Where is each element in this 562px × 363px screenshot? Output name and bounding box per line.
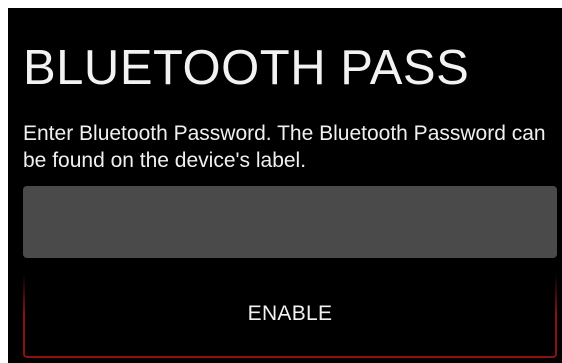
enable-button-label: ENABLE [247,302,333,325]
dialog-description: Enter Bluetooth Password. The Bluetooth … [23,122,546,172]
bluetooth-password-input[interactable] [23,186,557,258]
enable-button[interactable]: ENABLE [23,274,557,358]
dialog-title: BLUETOOTH PASS [23,41,470,95]
bluetooth-pass-dialog: BLUETOOTH PASS Enter Bluetooth Password.… [8,8,562,363]
